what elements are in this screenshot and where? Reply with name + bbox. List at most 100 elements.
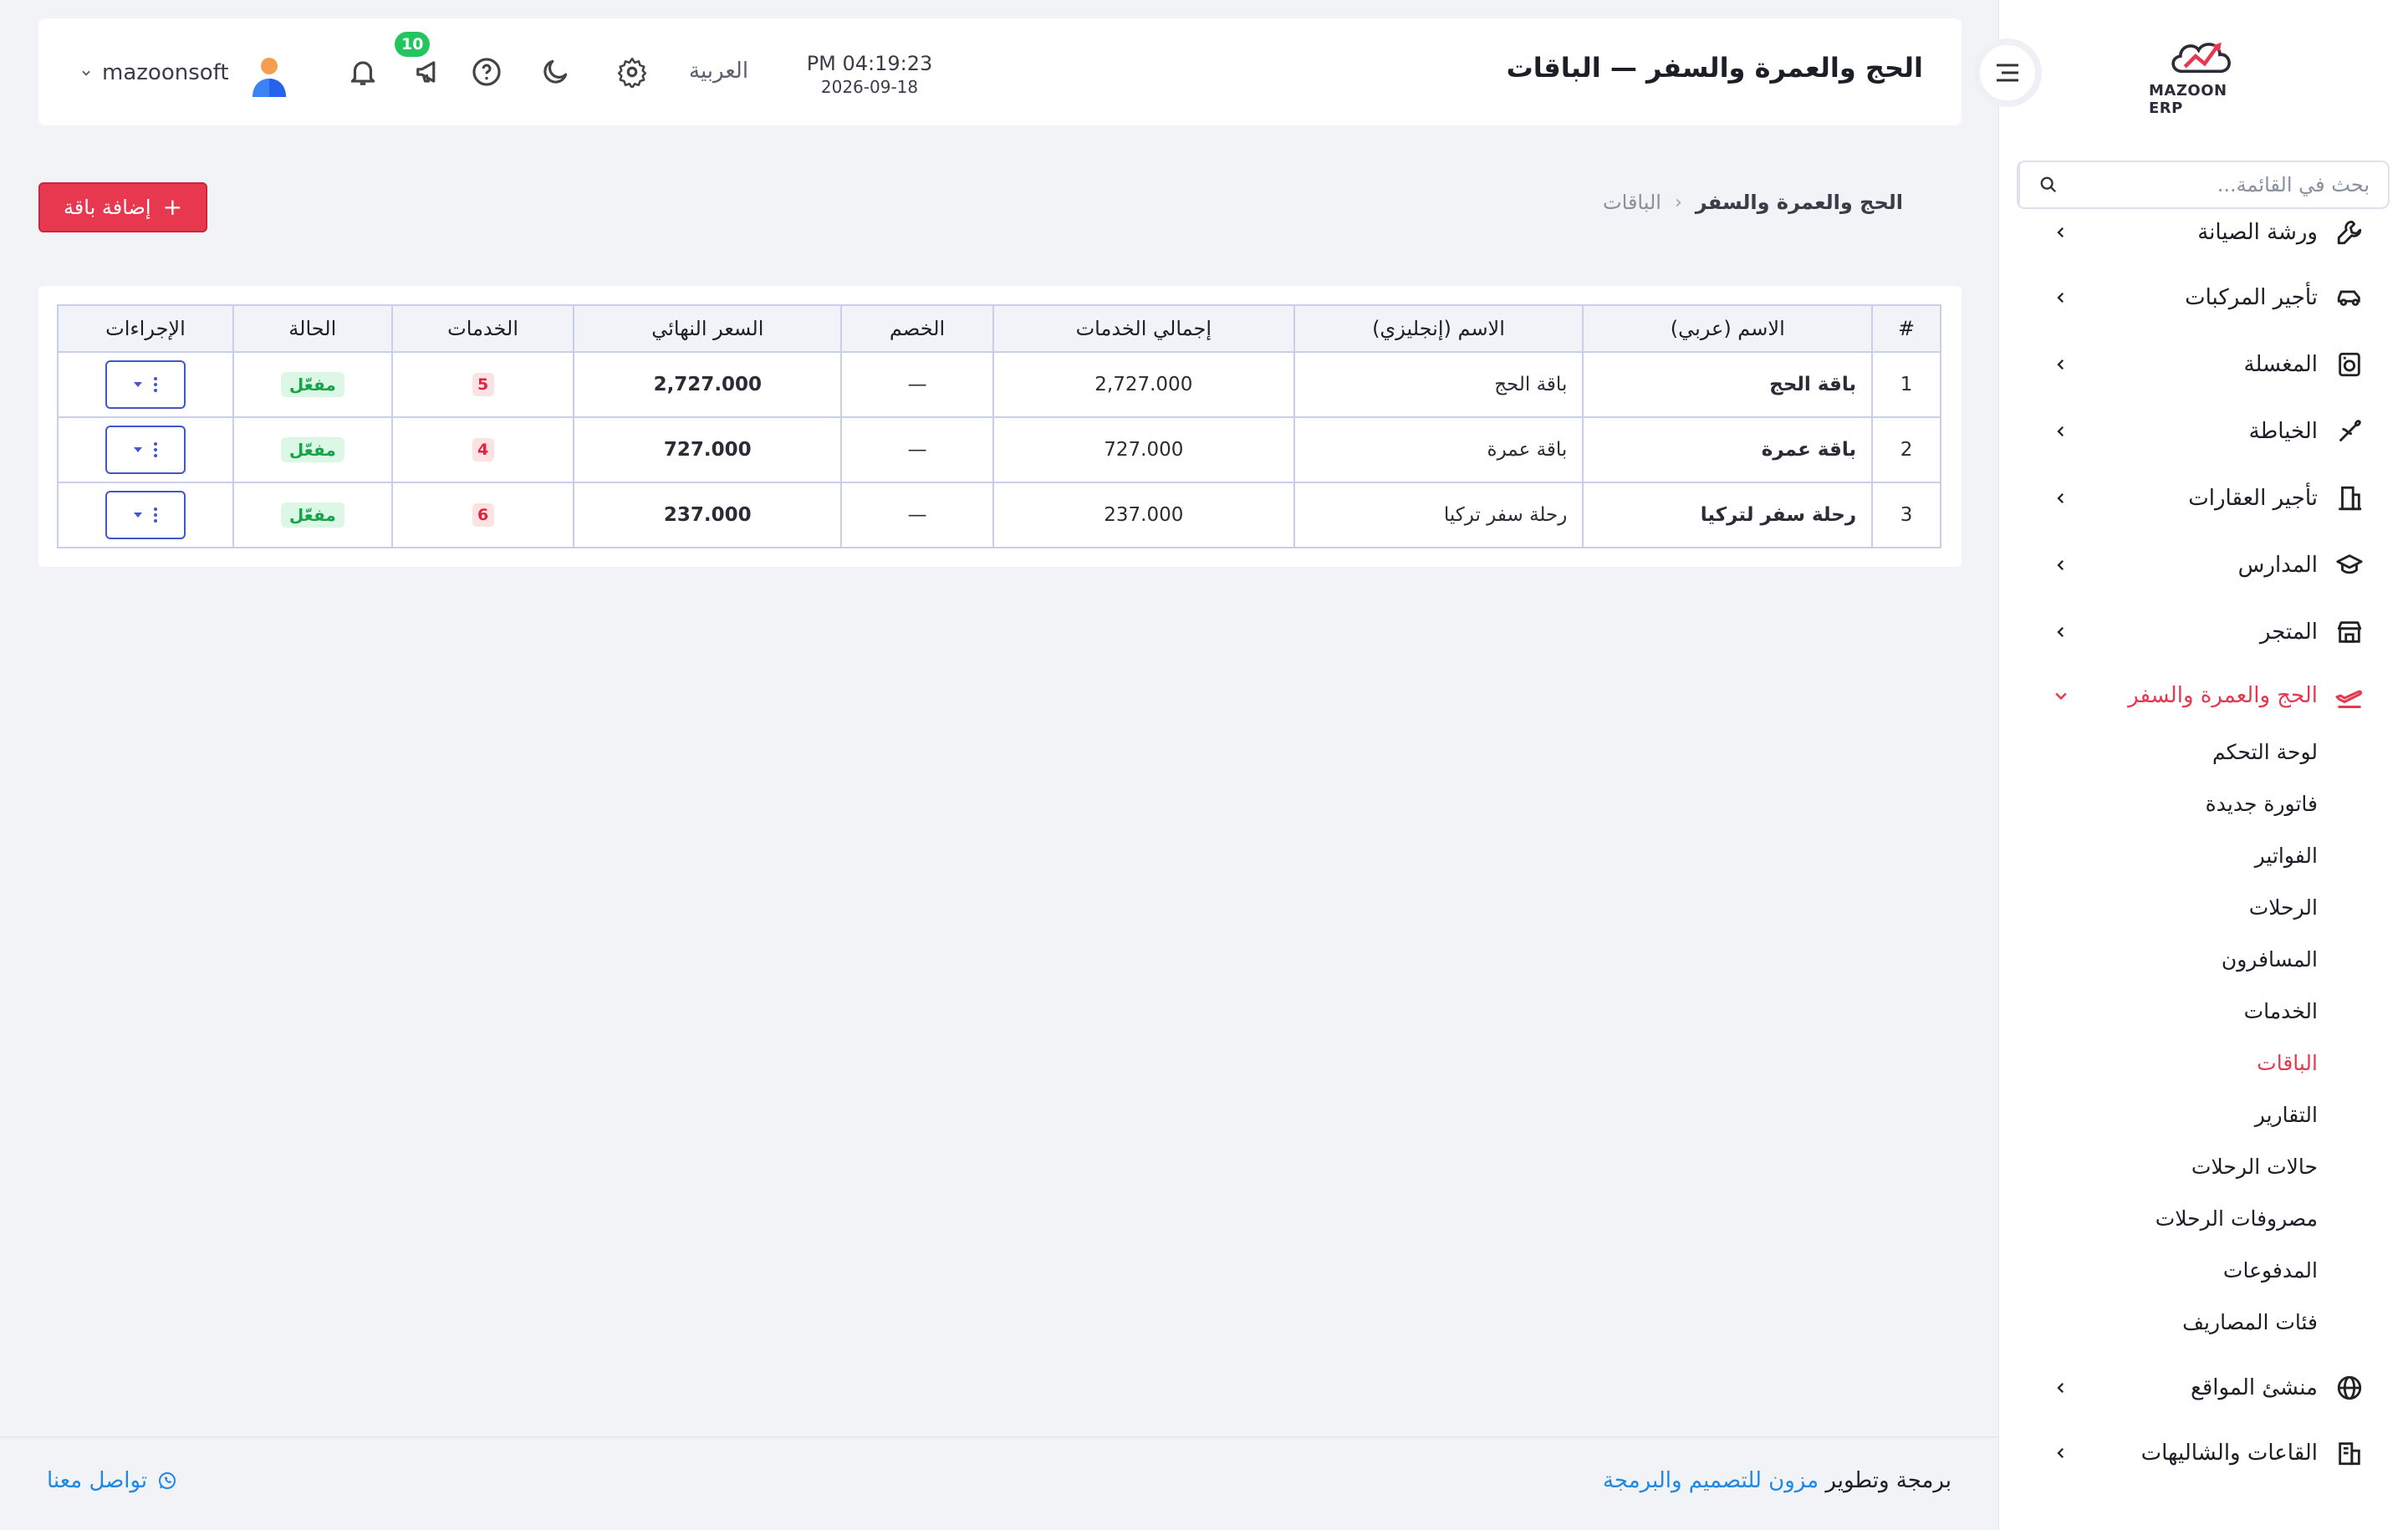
sidebar-item-maintenance[interactable]: ورشة الصيانة [1998, 207, 2408, 258]
caret-down-icon [133, 382, 142, 387]
cell-discount: — [840, 482, 994, 548]
packages-table-card: # الاسم (عربي) الاسم (إنجليزي) إجمالي ال… [38, 286, 1962, 567]
user-menu[interactable]: mazoonsoft [80, 60, 229, 85]
sidebar-item-real-estate[interactable]: تأجير العقارات [1998, 473, 2408, 523]
sidebar-item-vehicle-rental[interactable]: تأجير المركبات [1998, 273, 2408, 323]
notifications-bell-icon[interactable] [343, 52, 383, 92]
sidebar-item-tailoring[interactable]: الخياطة [1998, 406, 2408, 456]
cell-services: 5 [390, 351, 575, 418]
col-discount[interactable]: الخصم [840, 304, 994, 353]
credit-link[interactable]: مزون للتصميم والبرمجة [1603, 1468, 1819, 1493]
add-package-button[interactable]: + إضافة باقة [38, 182, 207, 232]
table-header-row: # الاسم (عربي) الاسم (إنجليزي) إجمالي ال… [57, 304, 1941, 353]
sidebar-item-store[interactable]: المتجر [1998, 607, 2408, 657]
cell-actions [57, 351, 234, 418]
packages-table: # الاسم (عربي) الاسم (إنجليزي) إجمالي ال… [57, 304, 1941, 548]
building-icon [2333, 482, 2366, 515]
contact-us-label: تواصل معنا [47, 1468, 148, 1493]
status-badge: مفعّل [280, 502, 344, 528]
credit-prefix: برمجة وتطوير [1825, 1468, 1951, 1493]
services-count-badge: 6 [472, 503, 494, 527]
sidebar-item-schools[interactable]: المدارس [1998, 540, 2408, 590]
more-vertical-icon [153, 507, 157, 523]
status-badge: مفعّل [280, 372, 344, 397]
sidebar-item-website-builder[interactable]: منشئ المواقع [1998, 1363, 2408, 1413]
breadcrumb-root[interactable]: الحج والعمرة والسفر [1696, 191, 1903, 214]
sidebar-item-label: القاعات والشاليهات [2140, 1441, 2318, 1466]
services-count-badge: 4 [472, 438, 494, 462]
settings-gear-icon[interactable] [612, 52, 652, 92]
submenu-dashboard[interactable]: لوحة التحكم [2212, 734, 2318, 771]
hall-icon [2333, 1436, 2366, 1470]
submenu-services[interactable]: الخدمات [2244, 993, 2318, 1030]
submenu-expense-categories[interactable]: فئات المصاريف [2182, 1304, 2318, 1341]
cell-name-ar: باقة الحج [1582, 351, 1874, 418]
needle-icon [2333, 415, 2366, 448]
cell-num: 3 [1871, 482, 1941, 548]
top-header: الحج والعمرة والسفر — الباقات PM 04:19:2… [38, 18, 1962, 125]
submenu-invoices[interactable]: الفواتير [2255, 838, 2318, 875]
logo-text: MAZOON ERP [2149, 82, 2227, 117]
table-row: 2 باقة عمرة باقة عمرة 727.000 — 727.000 … [57, 416, 1941, 483]
col-final-price[interactable]: السعر النهائي [573, 304, 843, 353]
graduation-cap-icon [2333, 548, 2366, 582]
more-vertical-icon [153, 442, 157, 457]
col-actions: الإجراءات [57, 304, 234, 353]
row-actions-dropdown[interactable] [105, 360, 186, 409]
col-services[interactable]: الخدمات [390, 304, 575, 353]
chevron-left-icon [2048, 553, 2074, 578]
washing-machine-icon [2333, 348, 2366, 381]
submenu-travelers[interactable]: المسافرون [2222, 941, 2318, 978]
chevron-left-icon [2048, 620, 2074, 645]
submenu-trips[interactable]: الرحلات [2249, 890, 2318, 926]
help-question-icon[interactable] [467, 52, 507, 92]
submenu-new-invoice[interactable]: فاتورة جديدة [2206, 786, 2318, 823]
sidebar-item-halls-chalets[interactable]: القاعات والشاليهات [1998, 1428, 2408, 1478]
col-name-ar[interactable]: الاسم (عربي) [1582, 304, 1874, 353]
sidebar-item-laundry[interactable]: المغسلة [1998, 339, 2408, 390]
chevron-down-icon [2048, 683, 2074, 708]
sidebar-item-hajj-umrah-travel[interactable]: الحج والعمرة والسفر [1998, 671, 2408, 721]
cell-name-en: باقة عمرة [1293, 416, 1584, 483]
contact-us-link[interactable]: تواصل معنا [47, 1468, 177, 1493]
chevron-left-icon [2048, 419, 2074, 444]
submenu-packages[interactable]: الباقات [2257, 1045, 2318, 1082]
sidebar-search [2017, 161, 2390, 209]
announcement-megaphone-icon[interactable] [410, 52, 450, 92]
cell-services-total: 237.000 [992, 482, 1295, 548]
search-icon[interactable] [2018, 162, 2077, 207]
breadcrumb: الحج والعمرة والسفر ‹ الباقات [1603, 191, 1903, 214]
sidebar-item-label: ورشة الصيانة [2197, 220, 2318, 245]
cell-num: 2 [1871, 416, 1941, 483]
cell-services-total: 727.000 [992, 416, 1295, 483]
cell-name-en: رحلة سفر تركيا [1293, 482, 1584, 548]
sidebar-toggle-button[interactable] [1973, 38, 2042, 107]
user-avatar[interactable] [246, 52, 293, 99]
mazoon-logo[interactable]: MAZOON ERP [2149, 33, 2258, 117]
sidebar-item-label: المغسلة [2243, 352, 2318, 377]
sidebar-search-input[interactable] [2077, 164, 2388, 206]
chevron-left-icon [2048, 285, 2074, 310]
caret-down-icon [133, 447, 142, 452]
col-name-en[interactable]: الاسم (إنجليزي) [1293, 304, 1584, 353]
chevron-left-icon [2048, 486, 2074, 511]
cell-actions [57, 416, 234, 483]
table-row: 1 باقة الحج باقة الحج 2,727.000 — 2,727.… [57, 351, 1941, 418]
sidebar: MAZOON ERP ورشة الصيانة تأجير المركبات [1998, 0, 2408, 1530]
submenu-trip-expenses[interactable]: مصروفات الرحلات [2155, 1201, 2318, 1237]
notification-count-badge: 10 [395, 32, 431, 57]
dark-mode-moon-icon[interactable] [535, 52, 575, 92]
col-status[interactable]: الحالة [232, 304, 393, 353]
sidebar-item-label: تأجير العقارات [2188, 486, 2318, 511]
row-actions-dropdown[interactable] [105, 426, 186, 474]
submenu-trip-statuses[interactable]: حالات الرحلات [2191, 1149, 2318, 1186]
col-services-total[interactable]: إجمالي الخدمات [992, 304, 1295, 353]
language-switch[interactable]: العربية [689, 59, 748, 84]
whatsapp-icon [159, 1472, 176, 1489]
caret-down-icon [133, 513, 142, 518]
submenu-payments[interactable]: المدفوعات [2223, 1252, 2318, 1289]
cell-status: مفعّل [232, 416, 393, 483]
submenu-reports[interactable]: التقارير [2255, 1097, 2318, 1134]
row-actions-dropdown[interactable] [105, 491, 186, 539]
col-num[interactable]: # [1871, 304, 1941, 353]
